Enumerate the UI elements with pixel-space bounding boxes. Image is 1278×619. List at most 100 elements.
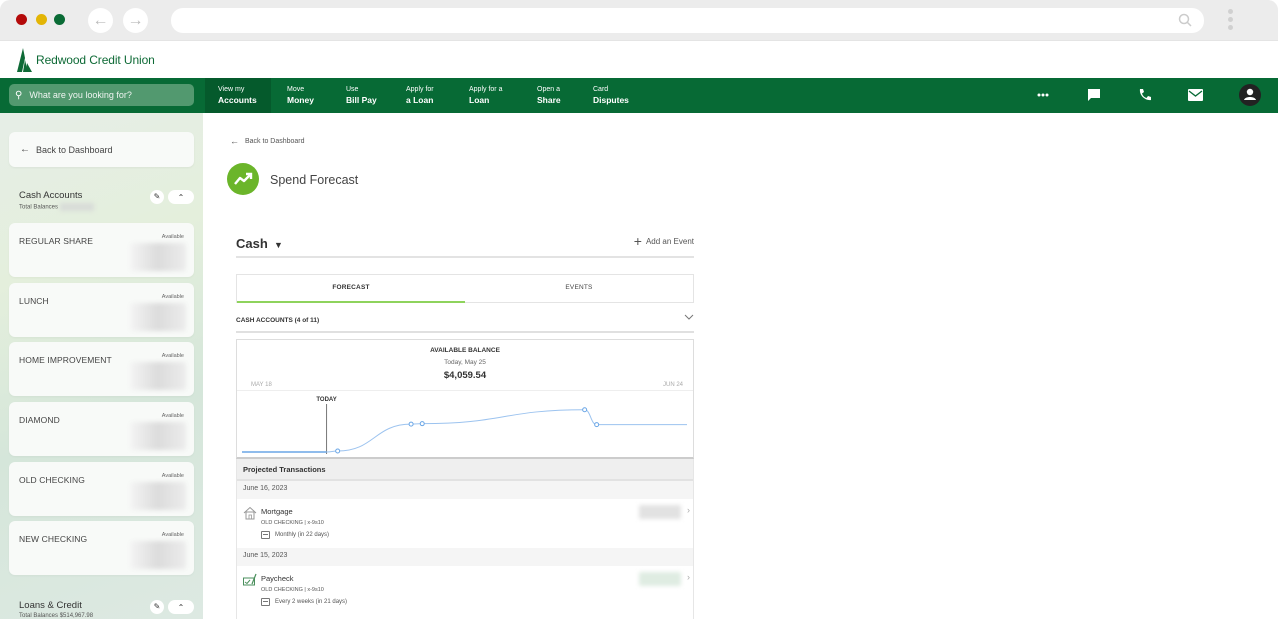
search-icon: ⚲ (15, 89, 23, 101)
account-card[interactable]: LUNCH Available (9, 283, 194, 337)
paycheck-icon (243, 573, 257, 586)
collapse-button[interactable]: ⌃ (168, 190, 194, 204)
minimize-window-button[interactable] (36, 14, 47, 25)
back-to-dashboard-link[interactable]: ← Back to Dashboard (230, 136, 305, 146)
account-card[interactable]: DIAMOND Available (9, 402, 194, 456)
mail-icon[interactable] (1188, 89, 1203, 101)
address-bar[interactable] (171, 8, 1204, 33)
arrow-left-icon: ← (230, 136, 239, 146)
chevron-down-icon (684, 314, 694, 320)
nav-view-accounts[interactable]: View my Accounts (205, 78, 271, 113)
nav-label-top: Move (287, 86, 305, 93)
redacted-amount (639, 505, 681, 519)
arrow-right-icon: → (127, 12, 144, 29)
account-status: Available (161, 473, 184, 479)
brand-logo[interactable]: Redwood Credit Union (17, 48, 155, 72)
today-label: TODAY (316, 397, 336, 403)
profile-icon[interactable] (1239, 84, 1261, 106)
account-name: DIAMOND (19, 415, 60, 425)
account-status: Available (161, 353, 184, 359)
calendar-icon (261, 598, 270, 606)
account-card[interactable]: OLD CHECKING Available (9, 462, 194, 516)
chevron-up-icon: ⌃ (177, 193, 185, 202)
chart-range-end: JUN 24 (662, 382, 683, 388)
forecast-point[interactable] (582, 407, 588, 413)
maximize-window-button[interactable] (54, 14, 65, 25)
transaction-frequency: Monthly (in 22 days) (261, 531, 329, 539)
nav-label-top: Apply for a (469, 86, 503, 93)
account-status: Available (161, 413, 184, 419)
nav-label-top: Card (593, 86, 609, 93)
edit-icon[interactable]: ✎ (150, 600, 164, 614)
tab-events[interactable]: EVENTS (465, 275, 693, 302)
main-content: ← Back to Dashboard Spend Forecast Cash … (203, 113, 1278, 619)
phone-icon[interactable] (1138, 88, 1152, 102)
nav-label-main: Disputes (593, 95, 629, 105)
chart-title: AVAILABLE BALANCE (430, 347, 500, 354)
site-search[interactable]: ⚲ (9, 84, 194, 106)
sidebar-back-to-dashboard[interactable]: ← Back to Dashboard (9, 132, 194, 167)
close-window-button[interactable] (16, 14, 27, 25)
forecast-point[interactable] (594, 422, 600, 428)
redacted-balance (130, 422, 186, 450)
nav-label-main: a Loan (406, 95, 434, 105)
account-name: OLD CHECKING (19, 475, 85, 485)
brand-name: Redwood Credit Union (36, 53, 155, 67)
transaction-name: Paycheck (261, 574, 294, 583)
nav-apply-loan[interactable]: Apply for a Loan (406, 78, 434, 113)
browser-menu-button[interactable] (1228, 9, 1234, 33)
collapse-button[interactable]: ⌃ (168, 600, 194, 614)
browser-back-button[interactable]: ← (88, 8, 113, 33)
caret-down-icon[interactable]: ▼ (274, 240, 283, 250)
browser-forward-button[interactable]: → (123, 8, 148, 33)
accounts-filter[interactable]: CASH ACCOUNTS (4 of 11) (236, 313, 694, 333)
transaction-row[interactable]: Paycheck OLD CHECKING | x-9s10 Every 2 w… (237, 566, 693, 615)
redacted-balance (130, 362, 186, 390)
more-icon[interactable] (1037, 93, 1049, 97)
cash-accounts-section: Cash Accounts Total Balances ✎ ⌃ (19, 190, 194, 211)
nav-card-disputes[interactable]: Card Disputes (593, 78, 629, 113)
transaction-row[interactable]: Mortgage OLD CHECKING | x-9s10 Monthly (… (237, 499, 693, 548)
chart-plot[interactable]: TODAY (237, 390, 693, 458)
nav-label-top: Open a (537, 86, 560, 93)
account-name: NEW CHECKING (19, 534, 88, 544)
transaction-account: OLD CHECKING | x-9s10 (261, 520, 324, 526)
forecast-point[interactable] (408, 421, 414, 427)
category-selector-row: Cash ▼ + Add an Event (236, 232, 694, 258)
trending-up-icon (227, 163, 259, 195)
redacted-balance (130, 303, 186, 331)
chat-icon[interactable] (1087, 88, 1101, 102)
main-navigation: ⚲ View my Accounts Move Money Use Bill P… (0, 78, 1278, 113)
add-event-button[interactable]: + Add an Event (634, 234, 694, 248)
account-card[interactable]: REGULAR SHARE Available (9, 223, 194, 277)
account-status: Available (161, 234, 184, 240)
house-icon (243, 506, 257, 520)
search-input[interactable] (29, 90, 180, 100)
account-status: Available (161, 294, 184, 300)
section-subtitle: Total Balances $514,967.98 (19, 613, 94, 619)
browser-chrome: ← → (0, 0, 1278, 40)
forecast-point[interactable] (419, 421, 425, 427)
account-status: Available (161, 532, 184, 538)
redacted-balance (130, 243, 186, 271)
add-event-label: Add an Event (645, 236, 694, 246)
account-card[interactable]: HOME IMPROVEMENT Available (9, 342, 194, 396)
nav-label-main: Accounts (218, 95, 257, 105)
chart-amount: $4,059.54 (443, 370, 487, 381)
nav-apply-for-a-loan[interactable]: Apply for a Loan (469, 78, 502, 113)
redacted-amount (639, 572, 681, 586)
logo-bar: Redwood Credit Union (0, 40, 1278, 78)
projected-heading: Projected Transactions (237, 459, 693, 481)
nav-label-main: Bill Pay (346, 95, 377, 105)
forecast-point[interactable] (335, 448, 341, 454)
accounts-filter-label: CASH ACCOUNTS (4 of 11) (236, 317, 320, 324)
category-dropdown[interactable]: Cash (236, 236, 268, 251)
projected-transactions: Projected Transactions June 16, 2023 Mor… (236, 459, 694, 619)
nav-move-money[interactable]: Move Money (287, 78, 314, 113)
nav-bill-pay[interactable]: Use Bill Pay (346, 78, 377, 113)
account-card[interactable]: NEW CHECKING Available (9, 521, 194, 575)
back-label: Back to Dashboard (36, 144, 113, 155)
tab-forecast[interactable]: FORECAST (237, 275, 465, 303)
nav-open-share[interactable]: Open a Share (537, 78, 561, 113)
edit-icon[interactable]: ✎ (150, 190, 164, 204)
